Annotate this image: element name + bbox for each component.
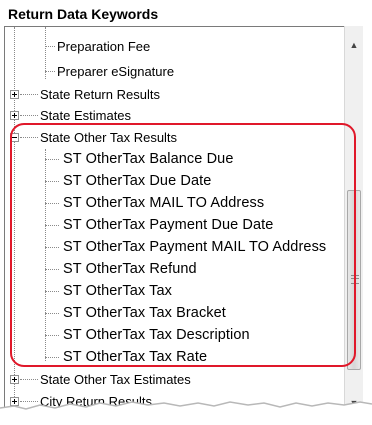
expand-icon[interactable] — [10, 375, 19, 384]
tree-guide-line — [45, 203, 59, 204]
tree-guide-line — [45, 313, 59, 314]
tree-item-st-othertax-due-date[interactable]: ST OtherTax Due Date — [63, 170, 211, 192]
collapse-icon[interactable] — [10, 133, 19, 142]
tree-guide-line — [20, 137, 38, 138]
tree-guide-line — [45, 71, 55, 72]
expand-icon[interactable] — [10, 90, 19, 99]
tree-guide-line — [20, 94, 38, 95]
tree-item-st-othertax-tax-description[interactable]: ST OtherTax Tax Description — [63, 324, 250, 346]
tree-item-st-othertax-tax-bracket[interactable]: ST OtherTax Tax Bracket — [63, 302, 226, 324]
tree-guide-line — [45, 181, 59, 182]
tree-item-state-estimates[interactable]: State Estimates — [40, 105, 131, 127]
tree-item-st-othertax-balance-due[interactable]: ST OtherTax Balance Due — [63, 148, 233, 170]
tree-item-state-other-tax-estimates[interactable]: State Other Tax Estimates — [40, 369, 191, 391]
tree-guide-line — [20, 115, 38, 116]
grip-icon — [351, 275, 359, 284]
scrollbar-thumb[interactable] — [347, 190, 361, 370]
tree-guide-line — [45, 225, 59, 226]
tree-guide-line — [14, 27, 15, 411]
tree-guide-line — [45, 335, 59, 336]
panel-title: Return Data Keywords — [8, 6, 159, 22]
tree-item-st-othertax-tax-rate[interactable]: ST OtherTax Tax Rate — [63, 346, 207, 368]
tree-guide-line — [45, 159, 59, 160]
vertical-scrollbar[interactable]: ▲ ▼ — [344, 26, 363, 410]
tree-item-state-return-results[interactable]: State Return Results — [40, 84, 160, 106]
tree-item-st-othertax-refund[interactable]: ST OtherTax Refund — [63, 258, 197, 280]
tree-item-st-othertax-mail-to-address[interactable]: ST OtherTax MAIL TO Address — [63, 192, 264, 214]
scroll-up-icon[interactable]: ▲ — [347, 38, 361, 52]
keyword-tree[interactable]: Preparation Fee Preparer eSignature Stat… — [4, 26, 345, 411]
tree-guide-line — [45, 46, 55, 47]
expand-icon[interactable] — [10, 111, 19, 120]
tree-item-st-othertax-payment-mail-to-address[interactable]: ST OtherTax Payment MAIL TO Address — [63, 236, 326, 258]
tree-item-st-othertax-tax[interactable]: ST OtherTax Tax — [63, 280, 172, 302]
tree-guide-line — [45, 247, 59, 248]
tree-guide-line — [20, 379, 38, 380]
tree-guide-line — [45, 269, 59, 270]
tree-item-preparation-fee[interactable]: Preparation Fee — [57, 36, 150, 58]
tree-guide-line — [45, 357, 59, 358]
tree-item-state-other-tax-results[interactable]: State Other Tax Results — [40, 127, 177, 149]
tree-item-preparer-esignature[interactable]: Preparer eSignature — [57, 61, 174, 83]
return-data-keywords-panel: Return Data Keywords Preparation Fee Pre… — [0, 0, 372, 425]
torn-edge — [0, 401, 372, 425]
tree-item-st-othertax-payment-due-date[interactable]: ST OtherTax Payment Due Date — [63, 214, 273, 236]
tree-guide-line — [45, 291, 59, 292]
